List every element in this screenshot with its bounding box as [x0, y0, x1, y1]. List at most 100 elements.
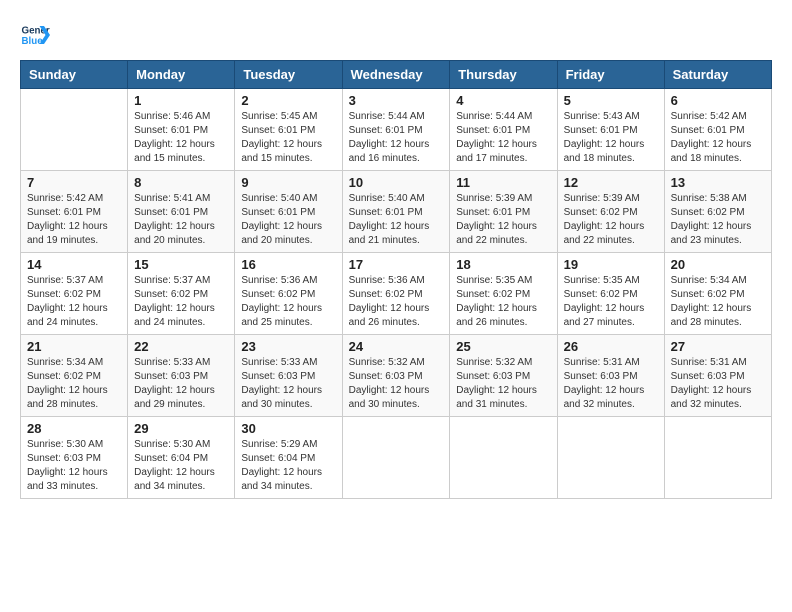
day-info: Sunrise: 5:46 AM Sunset: 6:01 PM Dayligh… — [134, 110, 228, 166]
calendar-cell: 24 Sunrise: 5:32 AM Sunset: 6:03 PM Dayli… — [342, 335, 450, 417]
calendar-cell: 12 Sunrise: 5:39 AM Sunset: 6:02 PM Dayli… — [557, 171, 664, 253]
day-number: 25 — [456, 339, 550, 354]
calendar-cell: 27 Sunrise: 5:31 AM Sunset: 6:03 PM Dayli… — [664, 335, 771, 417]
day-number: 29 — [134, 421, 228, 436]
calendar-cell: 5 Sunrise: 5:43 AM Sunset: 6:01 PM Daylig… — [557, 89, 664, 171]
calendar-cell: 1 Sunrise: 5:46 AM Sunset: 6:01 PM Daylig… — [128, 89, 235, 171]
page-header: General Blue — [20, 20, 772, 50]
day-number: 5 — [564, 93, 658, 108]
calendar-cell — [450, 417, 557, 499]
day-info: Sunrise: 5:31 AM Sunset: 6:03 PM Dayligh… — [564, 356, 658, 412]
day-info: Sunrise: 5:40 AM Sunset: 6:01 PM Dayligh… — [241, 192, 335, 248]
calendar-cell: 13Sunrise: 5:38 AM Sunset: 6:02 PM Dayli… — [664, 171, 771, 253]
calendar-cell: 8 Sunrise: 5:41 AM Sunset: 6:01 PM Daylig… — [128, 171, 235, 253]
day-number: 21 — [27, 339, 121, 354]
calendar-cell: 7 Sunrise: 5:42 AM Sunset: 6:01 PM Daylig… — [21, 171, 128, 253]
day-number: 11 — [456, 175, 550, 190]
calendar-cell: 20 Sunrise: 5:34 AM Sunset: 6:02 PM Dayli… — [664, 253, 771, 335]
day-info: Sunrise: 5:37 AM Sunset: 6:02 PM Dayligh… — [134, 274, 228, 330]
day-number: 27 — [671, 339, 765, 354]
calendar-cell: 28Sunrise: 5:30 AM Sunset: 6:03 PM Dayli… — [21, 417, 128, 499]
calendar-cell: 10Sunrise: 5:40 AM Sunset: 6:01 PM Dayli… — [342, 171, 450, 253]
day-number: 28 — [27, 421, 121, 436]
day-info: Sunrise: 5:33 AM Sunset: 6:03 PM Dayligh… — [134, 356, 228, 412]
calendar-cell: 14 Sunrise: 5:37 AM Sunset: 6:02 PM Dayli… — [21, 253, 128, 335]
calendar-cell: 23 Sunrise: 5:33 AM Sunset: 6:03 PM Dayli… — [235, 335, 342, 417]
day-info: Sunrise: 5:41 AM Sunset: 6:01 PM Dayligh… — [134, 192, 228, 248]
day-number: 20 — [671, 257, 765, 272]
day-number: 9 — [241, 175, 335, 190]
day-number: 10 — [349, 175, 444, 190]
calendar-cell: 22 Sunrise: 5:33 AM Sunset: 6:03 PM Dayli… — [128, 335, 235, 417]
day-number: 12 — [564, 175, 658, 190]
day-info: Sunrise: 5:34 AM Sunset: 6:02 PM Dayligh… — [671, 274, 765, 330]
day-info: Sunrise: 5:35 AM Sunset: 6:02 PM Dayligh… — [456, 274, 550, 330]
logo-icon: General Blue — [20, 20, 50, 50]
calendar-cell: 2 Sunrise: 5:45 AM Sunset: 6:01 PM Daylig… — [235, 89, 342, 171]
day-number: 23 — [241, 339, 335, 354]
calendar-cell: 19 Sunrise: 5:35 AM Sunset: 6:02 PM Dayli… — [557, 253, 664, 335]
day-number: 22 — [134, 339, 228, 354]
day-number: 15 — [134, 257, 228, 272]
day-number: 17 — [349, 257, 444, 272]
calendar-cell: 3 Sunrise: 5:44 AM Sunset: 6:01 PM Daylig… — [342, 89, 450, 171]
calendar-week-row: 14 Sunrise: 5:37 AM Sunset: 6:02 PM Dayli… — [21, 253, 772, 335]
calendar-cell — [557, 417, 664, 499]
day-number: 2 — [241, 93, 335, 108]
day-info: Sunrise: 5:37 AM Sunset: 6:02 PM Dayligh… — [27, 274, 121, 330]
calendar-cell: 9 Sunrise: 5:40 AM Sunset: 6:01 PM Daylig… — [235, 171, 342, 253]
day-info: Sunrise: 5:32 AM Sunset: 6:03 PM Dayligh… — [456, 356, 550, 412]
calendar-cell: 15 Sunrise: 5:37 AM Sunset: 6:02 PM Dayli… — [128, 253, 235, 335]
calendar-cell: 29Sunrise: 5:30 AM Sunset: 6:04 PM Dayli… — [128, 417, 235, 499]
calendar-cell: 25 Sunrise: 5:32 AM Sunset: 6:03 PM Dayli… — [450, 335, 557, 417]
day-info: Sunrise: 5:36 AM Sunset: 6:02 PM Dayligh… — [241, 274, 335, 330]
calendar-cell: 6 Sunrise: 5:42 AM Sunset: 6:01 PM Daylig… — [664, 89, 771, 171]
svg-text:Blue: Blue — [22, 36, 44, 47]
day-info: Sunrise: 5:44 AM Sunset: 6:01 PM Dayligh… — [456, 110, 550, 166]
calendar-cell: 17 Sunrise: 5:36 AM Sunset: 6:02 PM Dayli… — [342, 253, 450, 335]
day-info: Sunrise: 5:45 AM Sunset: 6:01 PM Dayligh… — [241, 110, 335, 166]
calendar-week-row: 1 Sunrise: 5:46 AM Sunset: 6:01 PM Daylig… — [21, 89, 772, 171]
calendar-table: SundayMondayTuesdayWednesdayThursdayFrid… — [20, 60, 772, 499]
day-info: Sunrise: 5:44 AM Sunset: 6:01 PM Dayligh… — [349, 110, 444, 166]
day-number: 30 — [241, 421, 335, 436]
calendar-cell: 26 Sunrise: 5:31 AM Sunset: 6:03 PM Dayli… — [557, 335, 664, 417]
day-info: Sunrise: 5:36 AM Sunset: 6:02 PM Dayligh… — [349, 274, 444, 330]
day-number: 19 — [564, 257, 658, 272]
day-number: 3 — [349, 93, 444, 108]
day-info: Sunrise: 5:42 AM Sunset: 6:01 PM Dayligh… — [671, 110, 765, 166]
day-number: 24 — [349, 339, 444, 354]
calendar-cell: 11Sunrise: 5:39 AM Sunset: 6:01 PM Dayli… — [450, 171, 557, 253]
calendar-cell: 21Sunrise: 5:34 AM Sunset: 6:02 PM Dayli… — [21, 335, 128, 417]
day-info: Sunrise: 5:31 AM Sunset: 6:03 PM Dayligh… — [671, 356, 765, 412]
calendar-cell: 16Sunrise: 5:36 AM Sunset: 6:02 PM Dayli… — [235, 253, 342, 335]
calendar-cell — [342, 417, 450, 499]
day-info: Sunrise: 5:43 AM Sunset: 6:01 PM Dayligh… — [564, 110, 658, 166]
day-number: 1 — [134, 93, 228, 108]
weekday-header: Tuesday — [235, 61, 342, 89]
day-number: 7 — [27, 175, 121, 190]
day-info: Sunrise: 5:35 AM Sunset: 6:02 PM Dayligh… — [564, 274, 658, 330]
day-info: Sunrise: 5:33 AM Sunset: 6:03 PM Dayligh… — [241, 356, 335, 412]
weekday-header: Saturday — [664, 61, 771, 89]
day-number: 18 — [456, 257, 550, 272]
day-number: 8 — [134, 175, 228, 190]
weekday-header: Friday — [557, 61, 664, 89]
calendar-cell — [21, 89, 128, 171]
day-number: 6 — [671, 93, 765, 108]
calendar-cell: 4Sunrise: 5:44 AM Sunset: 6:01 PM Daylig… — [450, 89, 557, 171]
weekday-header: Wednesday — [342, 61, 450, 89]
calendar-cell — [664, 417, 771, 499]
day-info: Sunrise: 5:39 AM Sunset: 6:02 PM Dayligh… — [564, 192, 658, 248]
weekday-header: Thursday — [450, 61, 557, 89]
day-info: Sunrise: 5:32 AM Sunset: 6:03 PM Dayligh… — [349, 356, 444, 412]
day-info: Sunrise: 5:42 AM Sunset: 6:01 PM Dayligh… — [27, 192, 121, 248]
logo: General Blue — [20, 20, 50, 50]
weekday-header: Monday — [128, 61, 235, 89]
day-number: 26 — [564, 339, 658, 354]
day-number: 14 — [27, 257, 121, 272]
calendar-cell: 18 Sunrise: 5:35 AM Sunset: 6:02 PM Dayli… — [450, 253, 557, 335]
calendar-week-row: 7 Sunrise: 5:42 AM Sunset: 6:01 PM Daylig… — [21, 171, 772, 253]
day-info: Sunrise: 5:38 AM Sunset: 6:02 PM Dayligh… — [671, 192, 765, 248]
calendar-week-row: 28Sunrise: 5:30 AM Sunset: 6:03 PM Dayli… — [21, 417, 772, 499]
